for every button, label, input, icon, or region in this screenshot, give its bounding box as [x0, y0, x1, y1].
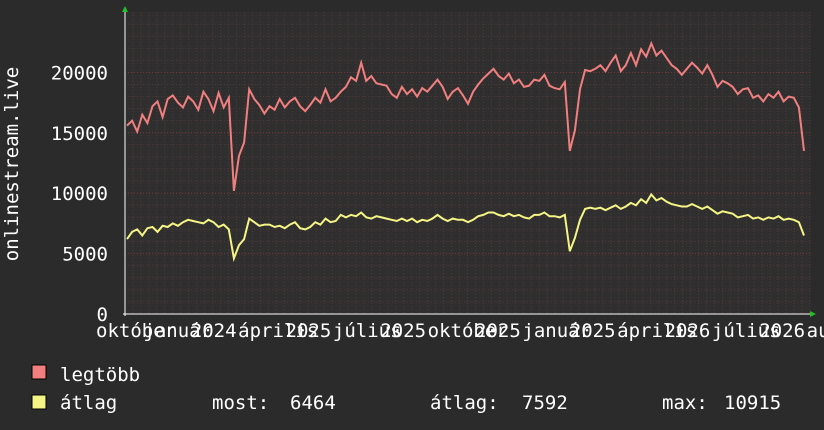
y-tick-label: 5000 — [62, 244, 108, 266]
x-tick-label: 2026 — [665, 320, 711, 342]
y-axis-label: onlinestream.live — [1, 67, 23, 261]
x-tick-labels: októberjanuár2024 április2025 július2025 ok… — [96, 320, 824, 342]
legend-label-atlag: átlag — [60, 392, 117, 414]
x-tick-label: 2025 — [286, 320, 332, 342]
y-tick-label: 10000 — [51, 183, 108, 205]
chart: 05000100001500020000 októberjanuár2024 áp… — [0, 0, 824, 430]
legend-swatch-atlag — [31, 394, 47, 410]
stat-max-label: max: — [662, 392, 708, 414]
stat-avg-label: átlag: — [430, 392, 499, 414]
stat-avg-value: 7592 — [522, 392, 568, 414]
x-tick-label: 2025 — [475, 320, 521, 342]
x-tick-label: 2026 — [759, 320, 805, 342]
stat-most-value: 6464 — [290, 392, 336, 414]
y-tick-label: 20000 — [51, 62, 108, 84]
stat-max-value: 10915 — [724, 392, 781, 414]
x-tick-label: 2025 — [570, 320, 616, 342]
x-tick-label: 2024 — [191, 320, 237, 342]
x-tick-label: 2025 — [380, 320, 426, 342]
legend-label-legtobb: legtöbb — [60, 364, 140, 386]
x-tick-label: augusztus — [807, 320, 824, 342]
legend-swatch-legtobb — [31, 364, 47, 380]
stat-most-label: most: — [212, 392, 269, 414]
y-tick-label: 15000 — [51, 123, 108, 145]
